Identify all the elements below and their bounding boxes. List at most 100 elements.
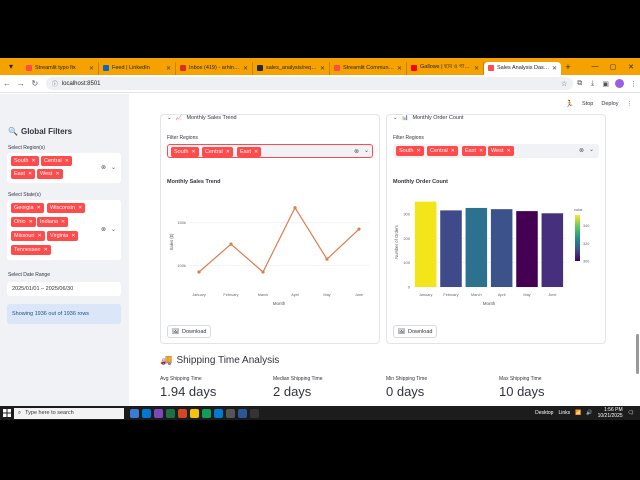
back-icon[interactable]: ← <box>0 79 14 88</box>
onenote-icon[interactable] <box>154 408 163 418</box>
tab-close-icon[interactable]: ✕ <box>318 65 325 72</box>
sales-region-filter[interactable]: South ✕ Central ✕ East ✕ ⊗ ⌄ <box>167 144 373 158</box>
browser-tab[interactable]: Sales Analysis Dashboard✕ <box>484 61 561 75</box>
task-view-icon[interactable] <box>130 408 139 418</box>
minimize-icon[interactable]: — <box>586 63 604 70</box>
filter-chip[interactable]: Virginia ✕ <box>47 231 79 241</box>
data-point[interactable] <box>325 257 329 261</box>
links-toolbar[interactable]: Links <box>558 410 570 416</box>
vscode-icon[interactable] <box>214 408 223 418</box>
browser-tab[interactable]: Inbox (419) - arhinaeroi@...✕ <box>176 61 253 75</box>
file-explorer-icon[interactable] <box>190 408 199 418</box>
browser-tab[interactable]: Streamlit typo fix ✕ <box>22 61 99 75</box>
order-bar[interactable] <box>490 209 513 287</box>
filter-chip[interactable]: Central ✕ <box>427 146 458 156</box>
settings-icon[interactable] <box>226 408 235 418</box>
order-bar[interactable] <box>414 201 437 287</box>
orders-download-button[interactable]: 🖼 Download <box>393 325 438 338</box>
filter-chip[interactable]: East ✕ <box>462 146 487 156</box>
edge-icon[interactable] <box>142 408 151 418</box>
chip-remove-icon[interactable]: ✕ <box>31 158 35 164</box>
chip-remove-icon[interactable]: ✕ <box>479 148 483 154</box>
url-field[interactable]: ⓘ localhost:8501 ☆ <box>45 77 574 90</box>
chip-remove-icon[interactable]: ✕ <box>226 149 230 155</box>
clear-icon[interactable]: ⊗ <box>101 226 106 233</box>
chip-remove-icon[interactable]: ✕ <box>37 233 41 239</box>
chip-remove-icon[interactable]: ✕ <box>78 205 82 211</box>
region-multiselect[interactable]: South ✕ Central ✕ East ✕ West ✕ ⊗ ⌄ <box>7 153 121 183</box>
filter-chip[interactable]: West ✕ <box>488 146 514 156</box>
order-bar[interactable] <box>541 213 564 287</box>
filter-chip[interactable]: West ✕ <box>37 169 63 179</box>
deploy-button[interactable]: Deploy <box>601 101 618 107</box>
chip-remove-icon[interactable]: ✕ <box>28 171 32 177</box>
word-icon[interactable] <box>238 408 247 418</box>
maximize-icon[interactable]: ▢ <box>604 63 622 71</box>
profile-avatar[interactable] <box>615 79 625 88</box>
chip-remove-icon[interactable]: ✕ <box>29 219 33 225</box>
extensions-icon[interactable]: ⧉ <box>573 80 586 88</box>
clear-icon[interactable]: ⊗ <box>101 164 106 171</box>
chevron-down-icon[interactable]: ⌄ <box>364 147 369 154</box>
order-bar[interactable] <box>440 210 462 287</box>
sales-download-button[interactable]: 🖼 Download <box>167 325 212 338</box>
browser-tab[interactable]: sales_analysis/requirement...✕ <box>253 61 330 75</box>
sidepanel-icon[interactable]: ▣ <box>599 80 612 88</box>
powerpoint-icon[interactable] <box>178 408 187 418</box>
filter-chip[interactable]: Central ✕ <box>41 156 72 166</box>
tab-close-icon[interactable]: ✕ <box>164 65 171 72</box>
filter-chip[interactable]: South ✕ <box>396 146 424 156</box>
browser-tab[interactable]: Feed | LinkedIn ✕ <box>99 61 176 75</box>
site-info-icon[interactable]: ⓘ <box>52 79 58 88</box>
filter-chip[interactable]: East ✕ <box>237 147 262 157</box>
app-menu-icon[interactable]: ⋮ <box>627 101 633 107</box>
filter-chip[interactable]: Georgia ✕ <box>11 203 44 213</box>
volume-icon[interactable]: 🔊 <box>586 410 592 416</box>
data-point[interactable] <box>229 242 233 246</box>
notifications-icon[interactable]: 🗨 <box>628 410 634 416</box>
filter-chip[interactable]: Missouri ✕ <box>11 231 45 241</box>
chrome-icon[interactable] <box>202 408 211 418</box>
chip-remove-icon[interactable]: ✕ <box>37 205 41 211</box>
browser-menu-icon[interactable]: ⋮ <box>627 80 640 88</box>
orders-region-filter[interactable]: South ✕ Central ✕ East ✕ West ✕ ⊗ ⌄ <box>393 144 599 158</box>
data-point[interactable] <box>261 270 265 274</box>
browser-tab[interactable]: Streamlit Community Clou...✕ <box>330 61 407 75</box>
chip-remove-icon[interactable]: ✕ <box>451 148 455 154</box>
chip-remove-icon[interactable]: ✕ <box>191 149 195 155</box>
data-point[interactable] <box>293 206 297 210</box>
reload-icon[interactable]: ↻ <box>28 79 42 88</box>
filter-chip[interactable]: East ✕ <box>11 169 36 179</box>
chip-remove-icon[interactable]: ✕ <box>61 219 65 225</box>
network-icon[interactable]: 📶 <box>575 410 581 416</box>
data-point[interactable] <box>357 227 361 231</box>
order-bar[interactable] <box>465 207 488 287</box>
desktop-toolbar[interactable]: Desktop <box>535 410 553 416</box>
tab-close-icon[interactable]: ✕ <box>472 65 479 72</box>
clear-icon[interactable]: ⊗ <box>354 148 359 155</box>
chip-remove-icon[interactable]: ✕ <box>416 148 420 154</box>
taskbar-search[interactable]: ⌕ Type here to search <box>14 407 124 419</box>
filter-chip[interactable]: Central ✕ <box>202 147 233 157</box>
clock[interactable]: 1:56 PM 10/21/2025 <box>598 407 623 419</box>
chip-remove-icon[interactable]: ✕ <box>65 158 69 164</box>
forward-icon[interactable]: → <box>14 79 28 88</box>
chip-remove-icon[interactable]: ✕ <box>254 149 258 155</box>
clear-icon[interactable]: ⊗ <box>579 147 584 154</box>
filter-chip[interactable]: Ohio ✕ <box>11 217 36 227</box>
sales-expander-header[interactable]: ⌄ 📈 Monthly Sales Trend <box>167 115 237 121</box>
bookmark-star-icon[interactable]: ☆ <box>561 80 567 88</box>
data-point[interactable] <box>197 270 201 274</box>
stop-button[interactable]: Stop <box>582 101 593 107</box>
new-tab-icon[interactable]: + <box>561 62 575 72</box>
browser-tab[interactable]: Gallows | ছবি ও গান... ✕ <box>407 61 484 75</box>
state-multiselect[interactable]: Georgia ✕ Wisconsin ✕ Ohio ✕ Indiana ✕ Missouri ✕… <box>7 200 121 260</box>
tab-close-icon[interactable]: ✕ <box>550 65 557 72</box>
tab-close-icon[interactable]: ✕ <box>241 65 248 72</box>
filter-chip[interactable]: South ✕ <box>171 147 199 157</box>
windows-start-icon[interactable] <box>0 409 14 417</box>
date-range-input[interactable]: 2025/01/01 – 2025/06/30 <box>7 282 121 296</box>
terminal-icon[interactable] <box>250 408 259 418</box>
tab-close-icon[interactable]: ✕ <box>395 65 402 72</box>
chevron-down-icon[interactable]: ⌄ <box>111 226 116 233</box>
